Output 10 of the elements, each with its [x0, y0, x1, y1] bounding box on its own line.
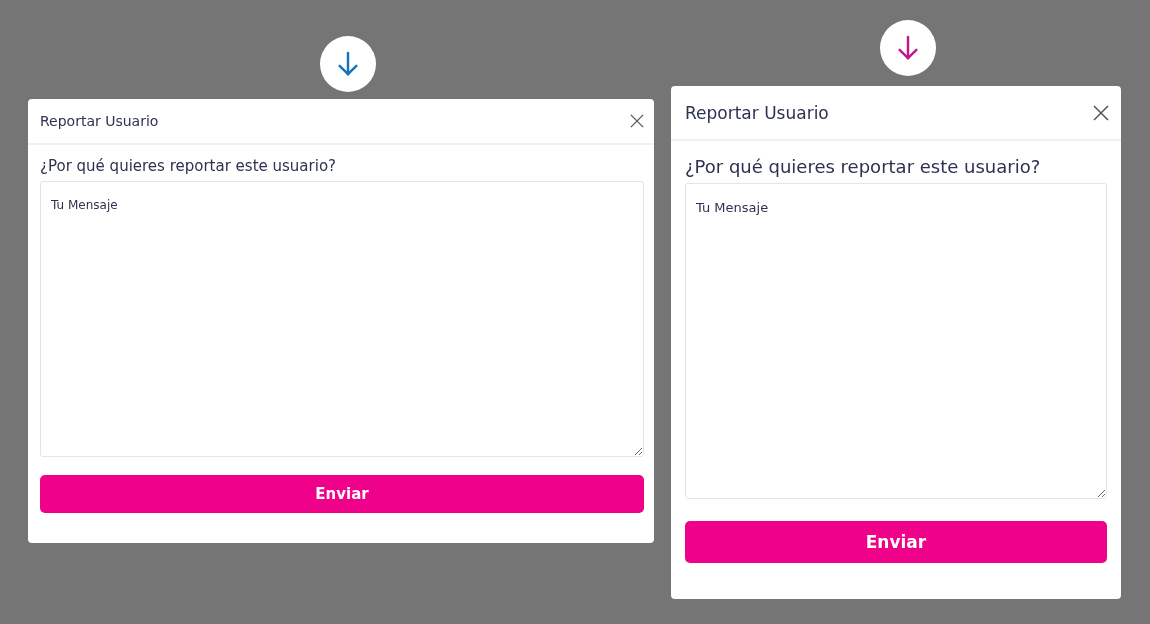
message-field[interactable]: Tu Mensaje [40, 181, 644, 457]
close-icon[interactable] [630, 114, 644, 128]
dialog-title: Reportar Usuario [40, 113, 159, 129]
close-icon[interactable] [1093, 104, 1109, 121]
question-label: ¿Por qué quieres reportar este usuario? [40, 157, 338, 175]
question-label: ¿Por qué quieres reportar este usuario? [685, 156, 1042, 177]
dialog-title: Reportar Usuario [685, 102, 829, 123]
send-button[interactable]: Enviar [685, 521, 1107, 563]
message-field[interactable]: Tu Mensaje [685, 183, 1107, 499]
send-button[interactable]: Enviar [40, 475, 644, 513]
